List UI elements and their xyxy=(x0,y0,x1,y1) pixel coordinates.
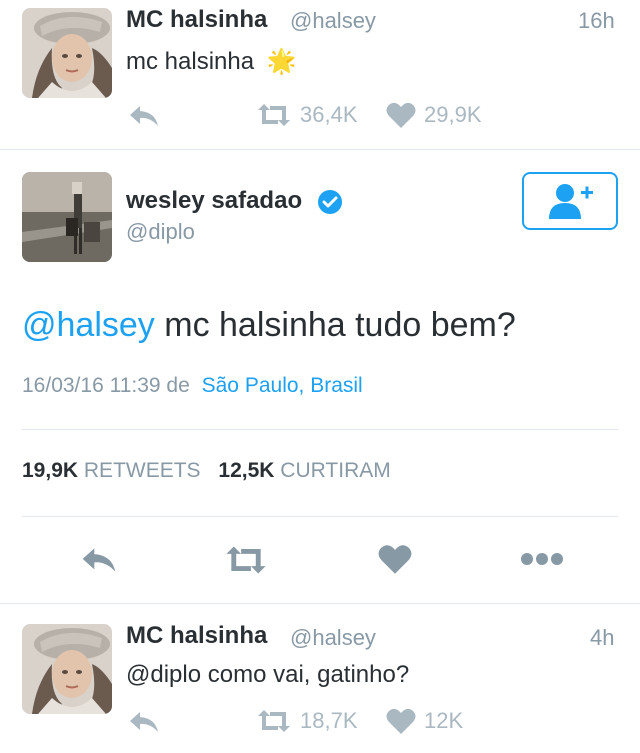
divider xyxy=(22,429,618,430)
avatar-halsey[interactable] xyxy=(22,624,112,714)
likes-label[interactable]: CURTIRAM xyxy=(280,459,390,482)
tweet-text-content: mc halsinha xyxy=(126,48,255,75)
star-emoji: 🌟 xyxy=(266,48,297,75)
retweets-count[interactable]: 19,9K xyxy=(22,459,78,482)
main-tweet-text: @halsey mc halsinha tudo bem? xyxy=(22,306,516,345)
like-button[interactable]: 29,9K xyxy=(386,101,482,129)
retweet-button[interactable]: 18,7K xyxy=(256,708,358,734)
tweet-time[interactable]: 4h xyxy=(590,625,614,651)
divider xyxy=(22,516,618,517)
author-handle[interactable]: @halsey xyxy=(290,625,376,651)
reply-button[interactable] xyxy=(128,710,160,734)
reply-button[interactable] xyxy=(128,104,160,128)
heart-icon xyxy=(386,102,416,128)
retweet-button[interactable]: 36,4K xyxy=(256,102,358,128)
more-dots-icon xyxy=(521,553,563,565)
reply-icon xyxy=(82,548,116,572)
like-count: 12K xyxy=(424,708,464,733)
like-button[interactable]: 12K xyxy=(386,707,463,735)
reply-icon xyxy=(130,106,158,126)
likes-count[interactable]: 12,5K xyxy=(218,459,274,482)
avatar-diplo[interactable] xyxy=(22,172,112,262)
author-name[interactable]: MC halsinha xyxy=(126,622,267,650)
retweet-icon xyxy=(258,104,290,126)
author-handle[interactable]: @diplo xyxy=(126,219,195,245)
tweet-time[interactable]: 16h xyxy=(578,8,615,34)
retweets-label[interactable]: RETWEETS xyxy=(84,459,201,482)
retweet-icon xyxy=(258,710,290,732)
divider xyxy=(0,603,640,604)
like-count: 29,9K xyxy=(424,102,482,127)
mention-link[interactable]: @halsey xyxy=(22,306,155,344)
retweet-count: 36,4K xyxy=(300,102,358,127)
retweet-button[interactable] xyxy=(224,544,268,576)
avatar-halsey[interactable] xyxy=(22,8,112,98)
tweet-text: @diplo como vai, gatinho? xyxy=(126,661,410,688)
tweet-halsey-1[interactable]: MC halsinha @halsey 16h mc halsinha 🌟 36… xyxy=(0,0,640,150)
tweet-text: mc halsinha 🌟 xyxy=(126,47,297,76)
tweet-date-de: de xyxy=(166,374,190,397)
reply-button[interactable] xyxy=(80,546,118,574)
main-tweet-text-content: mc halsinha tudo bem? xyxy=(154,306,516,344)
like-button[interactable] xyxy=(378,543,412,575)
retweet-count: 18,7K xyxy=(300,708,358,733)
author-name-text[interactable]: wesley safadao xyxy=(126,187,302,214)
verified-badge-icon xyxy=(317,189,342,214)
reply-icon xyxy=(130,712,158,732)
add-user-icon xyxy=(549,184,593,219)
heart-icon xyxy=(378,545,412,574)
tweet-stats: 19,9K RETWEETS 12,5K CURTIRAM xyxy=(22,459,403,483)
author-name[interactable]: wesley safadao xyxy=(126,187,343,215)
retweet-icon xyxy=(226,546,266,574)
tweet-date: 16/03/16 11:39 xyxy=(22,374,161,397)
follow-button[interactable] xyxy=(522,172,618,230)
tweet-meta: 16/03/16 11:39 de São Paulo, Brasil xyxy=(22,374,363,398)
author-name[interactable]: MC halsinha xyxy=(126,6,267,34)
heart-icon xyxy=(386,708,416,734)
more-button[interactable] xyxy=(520,552,564,566)
author-handle[interactable]: @halsey xyxy=(290,8,376,34)
location-link[interactable]: São Paulo, Brasil xyxy=(202,374,363,397)
